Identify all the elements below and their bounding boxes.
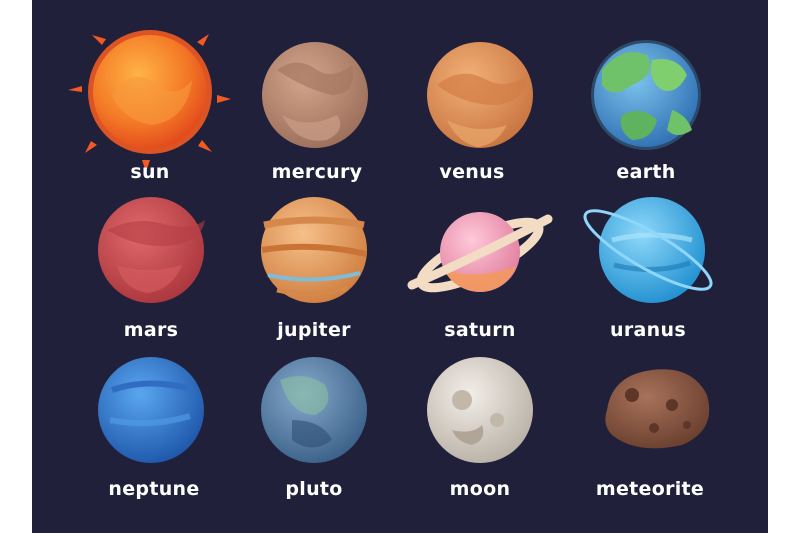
- meteorite-label: meteorite: [596, 478, 704, 500]
- venus-illustration: [427, 42, 533, 148]
- mercury-illustration: [262, 42, 368, 148]
- mars-illustration: [98, 197, 205, 303]
- moon-label: moon: [450, 478, 511, 500]
- saturn-illustration: [407, 212, 553, 293]
- mars-label: mars: [124, 319, 179, 341]
- earth-label: earth: [616, 161, 675, 183]
- mercury-label: mercury: [272, 161, 363, 183]
- sun-illustration: [68, 30, 231, 172]
- uranus-label: uranus: [610, 319, 686, 341]
- sun-label: sun: [130, 161, 169, 183]
- meteorite-illustration: [605, 369, 710, 449]
- uranus-illustration: [583, 197, 713, 303]
- neptune-illustration: [98, 357, 204, 463]
- saturn-label: saturn: [444, 319, 515, 341]
- jupiter-label: jupiter: [276, 319, 351, 341]
- neptune-label: neptune: [108, 478, 199, 500]
- venus-label: venus: [439, 161, 504, 183]
- moon-illustration: [427, 357, 533, 463]
- earth-illustration: [591, 40, 701, 150]
- pluto-illustration: [261, 357, 367, 463]
- planet-illustration: sun mercury venus earth mars jupiter sat…: [32, 0, 768, 533]
- jupiter-illustration: [261, 197, 367, 303]
- pluto-label: pluto: [285, 478, 342, 500]
